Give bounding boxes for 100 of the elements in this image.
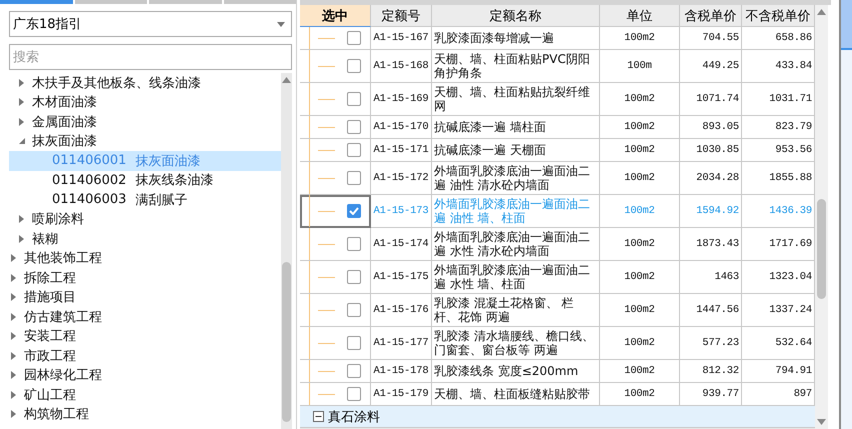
table-cell: 1463 bbox=[714, 271, 739, 283]
scrollbar-thumb[interactable] bbox=[817, 199, 826, 299]
table-cell: A1-15-172 bbox=[374, 172, 428, 184]
column-header: 含税单价 bbox=[680, 5, 742, 27]
table-cell: 1337.24 bbox=[769, 304, 812, 316]
tree-item[interactable]: 构筑物工程 bbox=[9, 404, 281, 424]
table-cell: 1873.43 bbox=[696, 238, 739, 250]
tree-item[interactable]: 措施项目 bbox=[9, 288, 281, 307]
table-cell: 1447.56 bbox=[696, 304, 739, 316]
table-cell: 823.79 bbox=[775, 121, 812, 133]
scrollbar-track[interactable] bbox=[815, 5, 828, 429]
table-cell: 抗碱底漆一遍 天棚面 bbox=[434, 143, 546, 157]
table-cell: 449.25 bbox=[702, 60, 739, 72]
checkbox[interactable] bbox=[347, 270, 361, 284]
scroll-up-icon[interactable] bbox=[282, 77, 291, 83]
search-field[interactable]: 搜索 bbox=[9, 44, 292, 70]
scroll-down-icon[interactable] bbox=[817, 419, 826, 425]
table-cell: 1030.85 bbox=[696, 144, 739, 156]
table-cell: 433.84 bbox=[775, 60, 812, 72]
checkbox[interactable] bbox=[347, 59, 361, 73]
table-cell: 897 bbox=[794, 388, 812, 400]
table-cell: A1-15-167 bbox=[374, 32, 428, 44]
table-cell: 1436.39 bbox=[769, 205, 812, 217]
tree-item[interactable]: 011406002 抹灰线条油漆 bbox=[9, 170, 281, 190]
table-cell: 953.56 bbox=[775, 144, 812, 156]
table-cell-text: 外墙面乳胶漆底油一遍面油二遍 水性 墙、柱面 bbox=[434, 263, 591, 291]
table-cell: 100m2 bbox=[624, 388, 655, 400]
table-cell: A1-15-176 bbox=[374, 304, 428, 316]
checkbox[interactable] bbox=[347, 31, 361, 45]
table-cell: 100m2 bbox=[624, 304, 655, 316]
table-cell: 1717.69 bbox=[769, 238, 812, 250]
checkbox[interactable] bbox=[347, 336, 361, 350]
checkbox[interactable] bbox=[347, 237, 361, 251]
tree-item[interactable]: 喷刷涂料 bbox=[9, 210, 281, 229]
table-cell: A1-15-173 bbox=[374, 205, 428, 217]
table-cell: A1-15-179 bbox=[374, 388, 428, 400]
table-cell: 1594.92 bbox=[696, 205, 739, 217]
tree-item[interactable]: 仿古建筑工程 bbox=[9, 307, 281, 326]
table-cell: 100m2 bbox=[624, 144, 655, 156]
table-cell: 100m2 bbox=[624, 271, 655, 283]
tree-item[interactable]: 金属面油漆 bbox=[9, 112, 281, 132]
checkbox[interactable] bbox=[347, 387, 361, 401]
table-cell: A1-15-171 bbox=[374, 144, 428, 156]
tree-item[interactable]: 园林绿化工程 bbox=[9, 366, 281, 385]
table-cell-text: 乳胶漆 混凝土花格窗、 栏杆、花饰 两遍 bbox=[434, 296, 575, 324]
tree-item[interactable]: 矿山工程 bbox=[9, 385, 281, 404]
tree-item[interactable]: 裱糊 bbox=[9, 229, 281, 248]
table-cell: A1-15-169 bbox=[374, 93, 428, 105]
checkbox[interactable] bbox=[347, 303, 361, 317]
checkbox[interactable] bbox=[347, 120, 361, 134]
table-cell: 1323.04 bbox=[769, 271, 812, 283]
table-cell: A1-15-177 bbox=[374, 337, 428, 349]
table-cell-text: 外墙面乳胶漆底油一遍面油二遍 水性 清水砼内墙面 bbox=[434, 230, 591, 258]
tree-item[interactable]: 其他装饰工程 bbox=[9, 248, 281, 268]
table-cell: 532.64 bbox=[775, 337, 812, 349]
scrollbar-thumb[interactable] bbox=[282, 262, 291, 422]
checkbox[interactable] bbox=[347, 92, 361, 106]
scroll-up-icon[interactable] bbox=[817, 9, 826, 15]
dropdown[interactable]: 广东18指引 bbox=[9, 11, 292, 37]
tree-item[interactable]: 011406003 满刮腻子 bbox=[9, 190, 281, 210]
table-cell: 100m2 bbox=[624, 32, 655, 44]
column-header: 单位 bbox=[600, 5, 680, 27]
checkbox[interactable] bbox=[347, 143, 361, 157]
table-cell: A1-15-175 bbox=[374, 271, 428, 283]
table-cell: 794.91 bbox=[775, 365, 812, 377]
expanded-arrow-icon[interactable] bbox=[17, 136, 27, 146]
table-cell: 抗碱底漆一遍 墙柱面 bbox=[434, 120, 546, 134]
table-cell-text: 外墙面乳胶漆底油一遍面油二遍 油性 清水砼内墙面 bbox=[434, 164, 591, 192]
checkbox[interactable] bbox=[347, 171, 361, 185]
collapse-icon[interactable] bbox=[313, 411, 324, 422]
table-cell: 100m bbox=[627, 60, 652, 72]
table-cell: 704.55 bbox=[702, 32, 739, 44]
table-cell: 1031.71 bbox=[769, 93, 812, 105]
table-cell: 100m2 bbox=[624, 172, 655, 184]
table-cell: 100m2 bbox=[624, 205, 655, 217]
scrollbar-track[interactable] bbox=[281, 73, 292, 429]
table-cell: 天棚、墙、柱面板缝粘贴胶带 bbox=[434, 387, 590, 401]
dropdown-caret-icon bbox=[277, 22, 285, 26]
tree-item[interactable]: 木材面油漆 bbox=[9, 92, 281, 112]
table-cell: 100m2 bbox=[624, 93, 655, 105]
table-cell: 100m2 bbox=[624, 365, 655, 377]
table-cell-text: 乳胶漆 清水墙腰线、檐口线、门窗套、窗台板等 两遍 bbox=[434, 329, 595, 357]
table-cell: A1-15-168 bbox=[374, 60, 428, 72]
column-header: 选中 bbox=[300, 5, 371, 27]
table-cell: 939.77 bbox=[702, 388, 739, 400]
table-cell: 658.86 bbox=[775, 32, 812, 44]
tree-item[interactable]: 安装工程 bbox=[9, 326, 281, 346]
table-cell: 100m2 bbox=[624, 121, 655, 133]
group-row[interactable]: 真石涂料 bbox=[300, 406, 815, 428]
table-cell: 2034.28 bbox=[696, 172, 739, 184]
table-cell-text: 天棚、墙、柱面粘贴抗裂纤维网 bbox=[434, 85, 591, 113]
checkbox[interactable] bbox=[347, 204, 361, 218]
tree-item[interactable]: 木扶手及其他板条、线条油漆 bbox=[9, 73, 281, 92]
tree-item[interactable]: 抹灰面油漆 bbox=[9, 132, 281, 151]
checkbox[interactable] bbox=[347, 364, 361, 378]
tree-item[interactable]: 市政工程 bbox=[9, 346, 281, 366]
table-cell: A1-15-178 bbox=[374, 365, 428, 377]
table-cell: 100m2 bbox=[624, 238, 655, 250]
table-cell: 1071.74 bbox=[696, 93, 739, 105]
tree-item[interactable]: 拆除工程 bbox=[9, 268, 281, 288]
